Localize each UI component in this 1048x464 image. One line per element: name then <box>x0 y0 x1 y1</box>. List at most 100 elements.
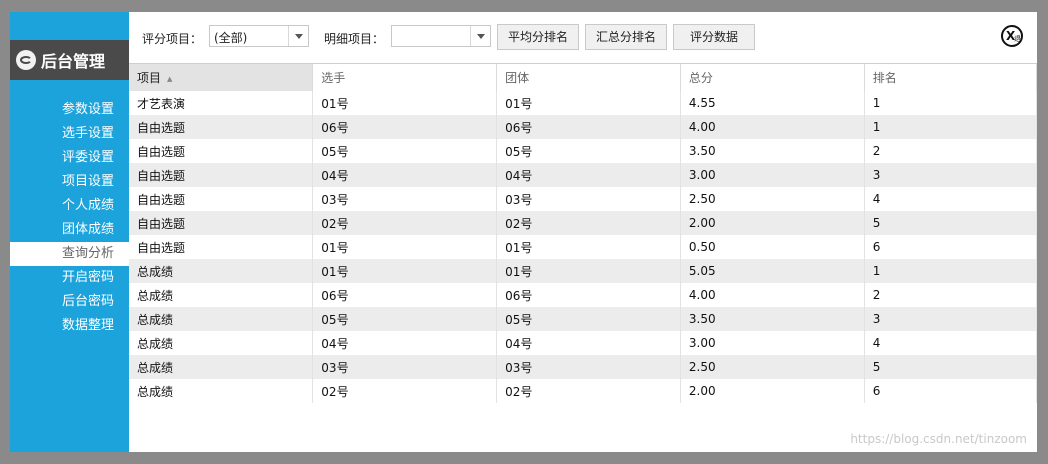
cell-team: 06号 <box>496 283 681 307</box>
cell-project: 自由选题 <box>129 211 314 235</box>
table-row[interactable]: 总成绩 02号 02号 2.00 6 <box>129 379 1037 403</box>
toolbar: 评分项目： (全部) 明细项目： 平均分排名 汇总分排名 评分数据 X 退 <box>129 12 1037 63</box>
cell-total: 3.50 <box>680 307 865 331</box>
cell-team: 03号 <box>496 355 681 379</box>
cell-total: 3.00 <box>680 163 865 187</box>
logo-icon <box>16 50 36 70</box>
table-row[interactable]: 自由选题 04号 04号 3.00 3 <box>129 163 1037 187</box>
table-row[interactable]: 总成绩 05号 05号 3.50 3 <box>129 307 1037 331</box>
results-table: 项目 ▲ 选手 团体 总分 排名 才艺表演 01号 01号 4.55 1 自由选题 06号 06… <box>129 63 1037 453</box>
close-icon[interactable]: X 退 <box>1001 25 1023 47</box>
cell-project: 总成绩 <box>129 331 314 355</box>
cell-project: 总成绩 <box>129 259 314 283</box>
cell-rank: 1 <box>864 259 1037 283</box>
cell-total: 4.00 <box>680 283 865 307</box>
cell-team: 02号 <box>496 379 681 403</box>
table-row[interactable]: 才艺表演 01号 01号 4.55 1 <box>129 91 1037 115</box>
cell-team: 02号 <box>496 211 681 235</box>
cell-rank: 6 <box>864 235 1037 259</box>
total-rank-button[interactable]: 汇总分排名 <box>585 24 667 50</box>
cell-team: 05号 <box>496 307 681 331</box>
cell-project: 自由选题 <box>129 139 314 163</box>
cell-total: 3.50 <box>680 139 865 163</box>
table-body: 才艺表演 01号 01号 4.55 1 自由选题 06号 06号 4.00 1 自由选题 05号 05号… <box>129 91 1037 403</box>
cell-rank: 5 <box>864 355 1037 379</box>
cell-project: 自由选题 <box>129 235 314 259</box>
score-data-button[interactable]: 评分数据 <box>673 24 755 50</box>
cell-contestant: 06号 <box>312 115 498 139</box>
table-row[interactable]: 总成绩 04号 04号 3.00 4 <box>129 331 1037 355</box>
sidebar-item-contestants[interactable]: 选手设置 <box>10 122 129 146</box>
detail-item-select[interactable] <box>391 25 491 47</box>
cell-contestant: 02号 <box>312 379 498 403</box>
cell-team: 03号 <box>496 187 681 211</box>
sort-ascending-icon: ▲ <box>167 74 173 83</box>
table-row[interactable]: 自由选题 05号 05号 3.50 2 <box>129 139 1037 163</box>
sidebar-item-team-scores[interactable]: 团体成绩 <box>10 218 129 242</box>
cell-total: 2.50 <box>680 187 865 211</box>
cell-contestant: 02号 <box>312 211 498 235</box>
cell-contestant: 01号 <box>312 259 498 283</box>
cell-total: 4.00 <box>680 115 865 139</box>
chevron-down-icon[interactable] <box>470 26 490 46</box>
brand-header: 后台管理 <box>10 40 129 80</box>
cell-team: 04号 <box>496 331 681 355</box>
cell-contestant: 03号 <box>312 187 498 211</box>
brand-title: 后台管理 <box>41 52 106 71</box>
cell-rank: 3 <box>864 307 1037 331</box>
cell-rank: 4 <box>864 331 1037 355</box>
chevron-down-icon[interactable] <box>288 26 308 46</box>
cell-team: 06号 <box>496 115 681 139</box>
cell-contestant: 04号 <box>312 163 498 187</box>
cell-project: 总成绩 <box>129 283 314 307</box>
cell-contestant: 06号 <box>312 283 498 307</box>
cell-project: 自由选题 <box>129 115 314 139</box>
table-row[interactable]: 自由选题 03号 03号 2.50 4 <box>129 187 1037 211</box>
table-row[interactable]: 自由选题 02号 02号 2.00 5 <box>129 211 1037 235</box>
cell-project: 自由选题 <box>129 163 314 187</box>
cell-team: 01号 <box>496 235 681 259</box>
detail-item-label: 明细项目： <box>324 32 385 46</box>
score-item-select[interactable]: (全部) <box>209 25 309 47</box>
cell-rank: 2 <box>864 283 1037 307</box>
cell-total: 0.50 <box>680 235 865 259</box>
sidebar-item-open-password[interactable]: 开启密码 <box>10 266 129 290</box>
cell-total: 3.00 <box>680 331 865 355</box>
cell-total: 5.05 <box>680 259 865 283</box>
app-window: 后台管理 参数设置 选手设置 评委设置 项目设置 个人成绩 团体成绩 查询分析 … <box>10 12 1037 452</box>
cell-rank: 3 <box>864 163 1037 187</box>
cell-total: 2.00 <box>680 211 865 235</box>
table-row[interactable]: 总成绩 06号 06号 4.00 2 <box>129 283 1037 307</box>
table-row[interactable]: 总成绩 03号 03号 2.50 5 <box>129 355 1037 379</box>
column-header-total[interactable]: 总分 <box>680 64 865 91</box>
average-rank-button[interactable]: 平均分排名 <box>497 24 579 50</box>
table-header-row: 项目 ▲ 选手 团体 总分 排名 <box>129 64 1037 91</box>
cell-contestant: 01号 <box>312 91 498 115</box>
sidebar-item-query-analysis[interactable]: 查询分析 <box>10 242 129 266</box>
sidebar-item-params[interactable]: 参数设置 <box>10 98 129 122</box>
table-row[interactable]: 自由选题 01号 01号 0.50 6 <box>129 235 1037 259</box>
table-row[interactable]: 自由选题 06号 06号 4.00 1 <box>129 115 1037 139</box>
cell-project: 总成绩 <box>129 307 314 331</box>
cell-rank: 2 <box>864 139 1037 163</box>
sidebar: 后台管理 参数设置 选手设置 评委设置 项目设置 个人成绩 团体成绩 查询分析 … <box>10 12 129 452</box>
column-header-contestant[interactable]: 选手 <box>312 64 498 91</box>
column-header-rank[interactable]: 排名 <box>864 64 1037 91</box>
cell-team: 04号 <box>496 163 681 187</box>
table-row[interactable]: 总成绩 01号 01号 5.05 1 <box>129 259 1037 283</box>
cell-project: 总成绩 <box>129 355 314 379</box>
cell-team: 01号 <box>496 91 681 115</box>
score-item-value: (全部) <box>214 31 248 45</box>
cell-team: 01号 <box>496 259 681 283</box>
sidebar-item-individual-scores[interactable]: 个人成绩 <box>10 194 129 218</box>
cell-total: 2.00 <box>680 379 865 403</box>
sidebar-item-projects[interactable]: 项目设置 <box>10 170 129 194</box>
column-header-team[interactable]: 团体 <box>496 64 681 91</box>
sidebar-item-judges[interactable]: 评委设置 <box>10 146 129 170</box>
sidebar-item-data-cleanup[interactable]: 数据整理 <box>10 314 129 338</box>
sidebar-nav: 参数设置 选手设置 评委设置 项目设置 个人成绩 团体成绩 查询分析 开启密码 … <box>10 98 129 338</box>
cell-contestant: 05号 <box>312 307 498 331</box>
cell-project: 自由选题 <box>129 187 314 211</box>
sidebar-item-admin-password[interactable]: 后台密码 <box>10 290 129 314</box>
column-header-project[interactable]: 项目 ▲ <box>129 64 314 91</box>
